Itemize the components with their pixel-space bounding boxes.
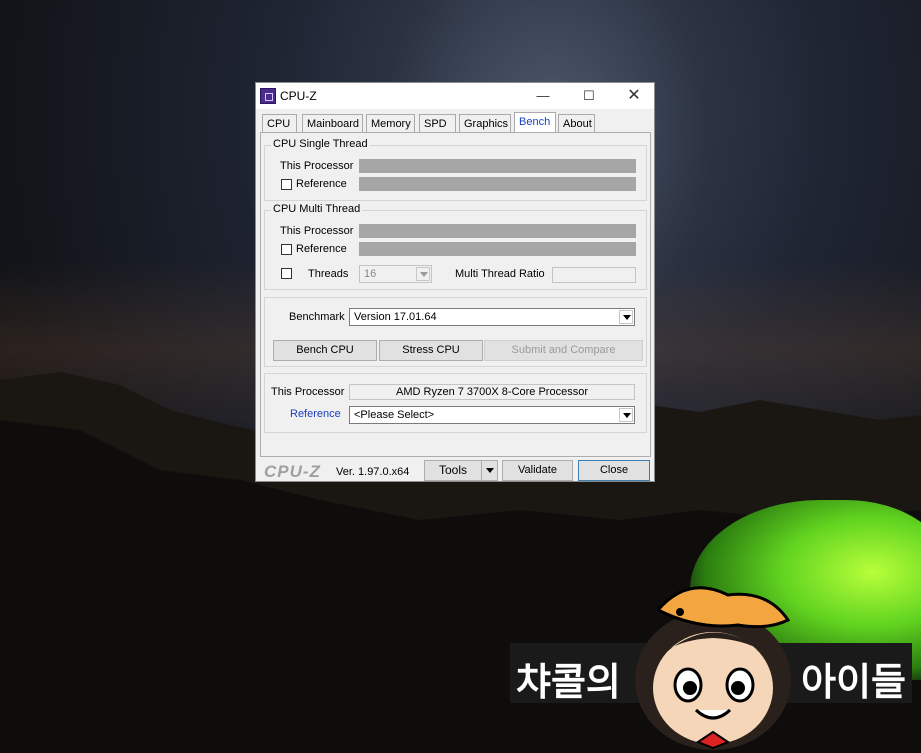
tab-bench[interactable]: Bench	[514, 112, 556, 133]
threads-checkbox[interactable]	[281, 268, 292, 279]
bench-cpu-button[interactable]: Bench CPU	[273, 340, 377, 361]
multi-reference-checkbox[interactable]	[281, 244, 292, 255]
multi-this-processor-bar	[359, 224, 636, 238]
tab-memory[interactable]: Memory	[366, 114, 415, 132]
triangle-down-icon	[485, 468, 494, 473]
tab-mainboard[interactable]: Mainboard	[302, 114, 363, 132]
multi-reference-bar	[359, 242, 636, 256]
single-this-processor-bar	[359, 159, 636, 173]
minimize-button[interactable]: —	[520, 83, 566, 109]
tools-button[interactable]: Tools	[424, 460, 482, 481]
title-bar: CPU-Z — ☐ ✕	[256, 83, 654, 109]
multi-thread-label: CPU Multi Thread	[271, 203, 363, 215]
tab-graphics[interactable]: Graphics	[459, 114, 511, 132]
multi-reference-label: Reference	[296, 243, 347, 255]
close-button[interactable]: Close	[578, 460, 650, 481]
this-processor-field: AMD Ryzen 7 3700X 8-Core Processor	[349, 384, 635, 400]
chevron-down-icon	[416, 267, 430, 281]
chevron-down-icon	[619, 310, 633, 324]
single-thread-label: CPU Single Thread	[271, 138, 370, 150]
cpuz-logo: CPU-Z	[264, 462, 321, 481]
threads-select[interactable]: 16	[359, 265, 432, 283]
threads-label: Threads	[308, 268, 349, 280]
validate-button[interactable]: Validate	[502, 460, 573, 481]
footer-bar: CPU-Z Ver. 1.97.0.x64 Tools Validate Clo…	[256, 457, 654, 483]
tab-about[interactable]: About	[558, 114, 595, 132]
single-reference-bar	[359, 177, 636, 191]
compare-group: This Processor AMD Ryzen 7 3700X 8-Core …	[264, 373, 647, 433]
multi-thread-ratio-field	[552, 267, 636, 283]
benchmark-label: Benchmark	[289, 311, 345, 323]
stress-cpu-button[interactable]: Stress CPU	[379, 340, 483, 361]
reference-select[interactable]: <Please Select>	[349, 406, 635, 424]
single-reference-label: Reference	[296, 178, 347, 190]
cpuz-window: CPU-Z — ☐ ✕ CPU Mainboard Memory SPD Gra…	[255, 82, 655, 482]
tools-dropdown-button[interactable]	[481, 460, 498, 481]
multi-thread-ratio-label: Multi Thread Ratio	[455, 268, 545, 280]
this-processor-value: AMD Ryzen 7 3700X 8-Core Processor	[396, 386, 588, 398]
single-this-processor-label: This Processor	[280, 160, 354, 172]
single-reference-checkbox[interactable]	[281, 179, 292, 190]
tab-spd[interactable]: SPD	[419, 114, 456, 132]
window-title: CPU-Z	[280, 89, 317, 103]
maximize-button[interactable]: ☐	[566, 83, 612, 109]
version-label: Ver. 1.97.0.x64	[336, 466, 410, 478]
submit-and-compare-button[interactable]: Submit and Compare	[484, 340, 643, 361]
reference-select-value: <Please Select>	[354, 409, 435, 421]
benchmark-version-value: Version 17.01.64	[354, 311, 437, 323]
mascot-illustration	[635, 586, 791, 750]
watermark-left-text: 챠콜의	[516, 660, 621, 704]
tab-cpu[interactable]: CPU	[262, 114, 297, 132]
single-thread-group: CPU Single Thread This Processor Referen…	[264, 138, 647, 201]
benchmark-group: Benchmark Version 17.01.64 Bench CPU Str…	[264, 297, 647, 367]
reference-link[interactable]: Reference	[290, 408, 341, 420]
chevron-down-icon	[619, 408, 633, 422]
benchmark-version-select[interactable]: Version 17.01.64	[349, 308, 635, 326]
bench-panel: CPU Single Thread This Processor Referen…	[260, 132, 651, 457]
compare-this-processor-label: This Processor	[271, 386, 345, 398]
threads-value: 16	[364, 268, 377, 280]
multi-this-processor-label: This Processor	[280, 225, 354, 237]
cpuz-app-icon	[260, 88, 276, 104]
close-window-button[interactable]: ✕	[611, 83, 657, 109]
watermark-right-text: 아이들	[801, 660, 906, 704]
multi-thread-group: CPU Multi Thread This Processor Referenc…	[264, 203, 647, 290]
